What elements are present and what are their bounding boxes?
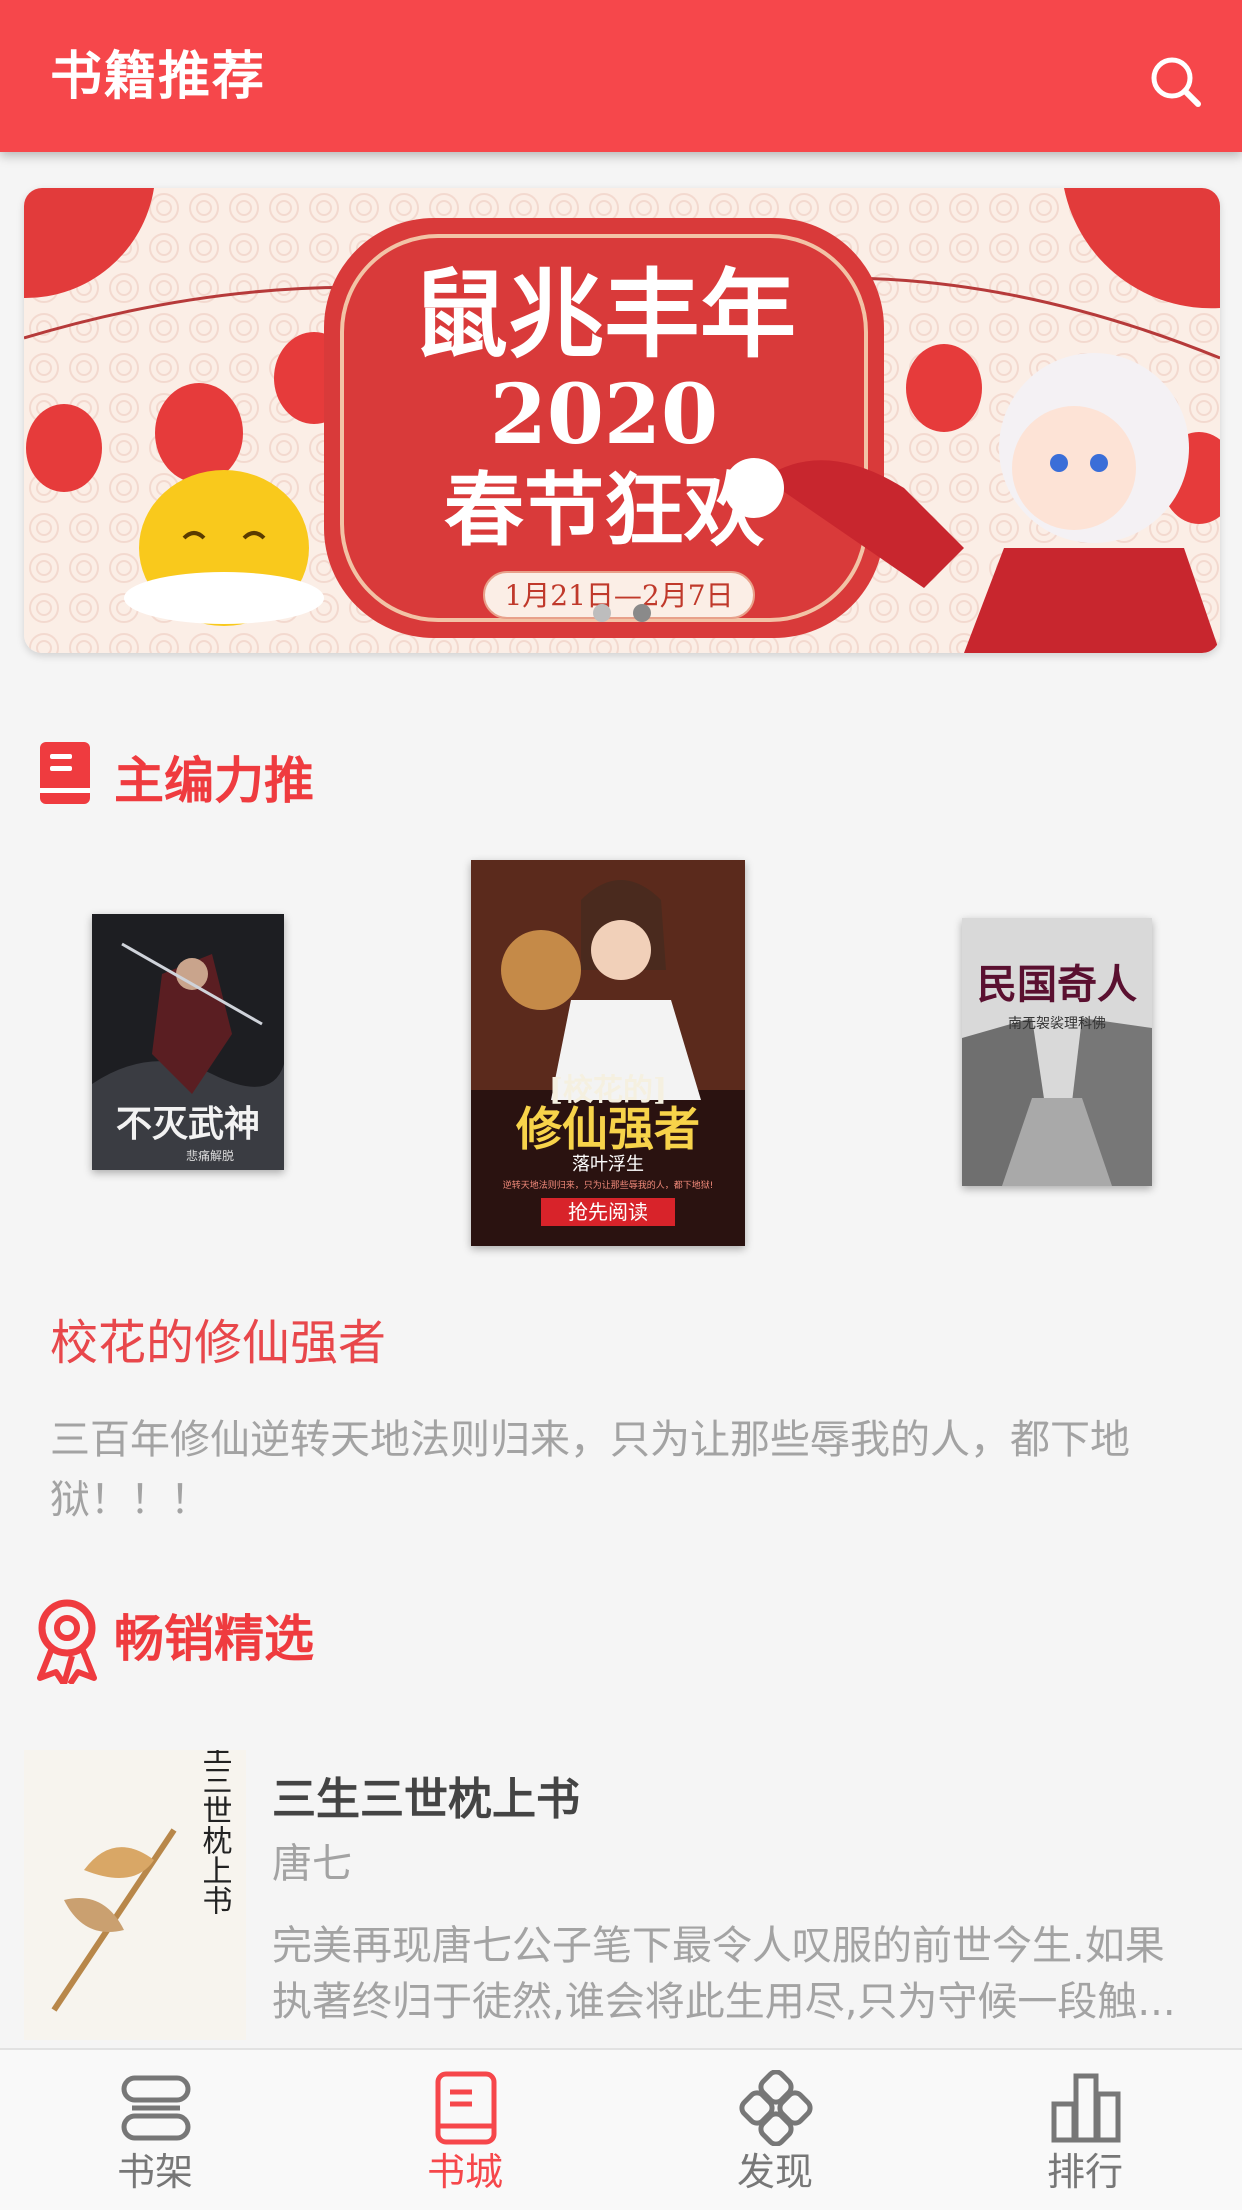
banner-dot[interactable]	[593, 604, 611, 622]
banner-dates: 1月21日—2月7日	[504, 579, 733, 612]
tab-ranking[interactable]: 排行	[930, 2050, 1240, 2210]
discover-icon	[738, 2069, 814, 2147]
page-title: 书籍推荐	[50, 47, 267, 107]
banner-headline: 鼠兆丰年	[412, 259, 796, 371]
svg-text:不灭武神: 不灭武神	[116, 1103, 260, 1145]
list-item-desc: 完美再现唐七公子笔下最令人叹服的前世今生.如果执著终归于徒然,谁会将此生用尽,只…	[272, 1923, 1176, 2025]
list-item-title[interactable]: 三生三世枕上书	[272, 1770, 580, 1830]
ranking-icon	[1048, 2070, 1124, 2146]
featured-book-title[interactable]: 校花的修仙强者	[50, 1312, 386, 1374]
svg-text:逆转天地法则归来，只为让那些辱我的人，都下地狱!: 逆转天地法则归来，只为让那些辱我的人，都下地狱!	[503, 1179, 714, 1191]
featured-section-header: 主编力推	[36, 740, 436, 820]
book-cover[interactable]: 民国奇人 南无袈裟理科佛	[962, 918, 1152, 1186]
tab-label: 书城	[426, 2150, 503, 2194]
tab-discover[interactable]: 发现	[620, 2050, 930, 2210]
bottom-tab-bar: 书架 书城 发现 排行	[0, 2048, 1242, 2210]
tab-label: 书架	[116, 2150, 193, 2194]
bestseller-section-header: 畅销精选	[36, 1598, 436, 1687]
tab-label: 排行	[1046, 2150, 1123, 2194]
banner-subtitle: 春节狂欢	[444, 464, 764, 557]
svg-text:修仙强者: 修仙强者	[516, 1102, 700, 1156]
svg-text:三生三世枕上书: 三生三世枕上书	[197, 1750, 233, 1915]
svg-text:落叶浮生: 落叶浮生	[572, 1154, 644, 1175]
tab-label: 发现	[736, 2150, 813, 2194]
featured-section-title: 主编力推	[114, 752, 314, 810]
promo-banner[interactable]: 鼠兆丰年 2020 春节狂欢 1月21日—2月7日	[24, 188, 1220, 653]
bookshelf-icon	[118, 2070, 194, 2146]
featured-book-desc: 三百年修仙逆转天地法则归来，只为让那些辱我的人，都下地狱！！！	[50, 1417, 1130, 1523]
svg-text:南无袈裟理科佛: 南无袈裟理科佛	[1008, 1016, 1106, 1032]
svg-text:民国奇人: 民国奇人	[977, 961, 1137, 1008]
banner-dot[interactable]	[633, 604, 651, 622]
bestseller-section-title: 畅销精选	[114, 1610, 314, 1668]
book-cover-selected[interactable]: [校花的] 修仙强者 落叶浮生 逆转天地法则归来，只为让那些辱我的人，都下地狱!…	[471, 860, 745, 1246]
book-cover[interactable]: 三生三世枕上书	[24, 1750, 246, 2040]
banner-year: 2020	[490, 367, 718, 463]
book-icon	[36, 740, 94, 810]
svg-text:抢先阅读: 抢先阅读	[568, 1200, 648, 1224]
app-bar: 书籍推荐	[0, 0, 1242, 152]
list-item[interactable]: 三生三世枕上书 三生三世枕上书 唐七 完美再现唐七公子笔下最令人叹服的前世今生.…	[24, 1750, 1220, 2040]
ribbon-award-icon	[32, 1598, 102, 1688]
bookstore-icon	[428, 2070, 504, 2146]
tab-bookshelf[interactable]: 书架	[0, 2050, 310, 2210]
search-icon[interactable]	[1148, 54, 1202, 108]
tab-bookstore[interactable]: 书城	[310, 2050, 620, 2210]
list-item-author: 唐七	[272, 1841, 352, 1887]
svg-text:悲痛解脱: 悲痛解脱	[186, 1148, 234, 1163]
book-cover[interactable]: 不灭武神 悲痛解脱	[92, 914, 284, 1170]
